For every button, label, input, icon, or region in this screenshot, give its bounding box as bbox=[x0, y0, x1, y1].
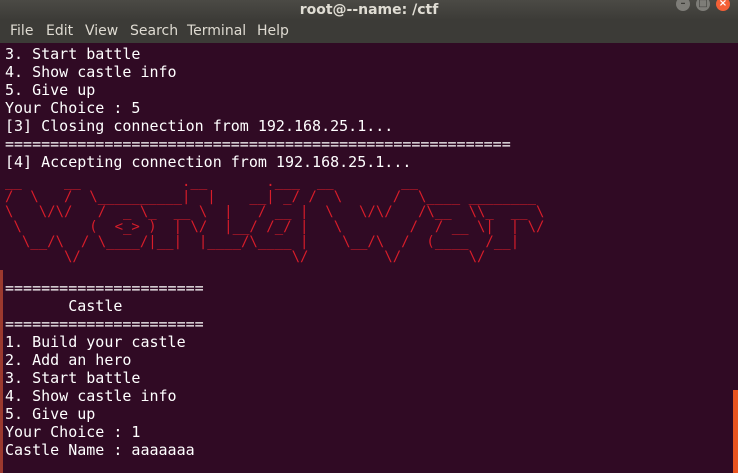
output-line: ====================== bbox=[5, 279, 204, 297]
output-line: 2. Add an hero bbox=[5, 351, 132, 369]
output-line: Your Choice : 5 bbox=[5, 99, 141, 117]
output-line: [3] Closing connection from 192.168.25.1… bbox=[5, 117, 394, 135]
menu-search[interactable]: Search bbox=[130, 20, 178, 43]
window-edge bbox=[0, 270, 3, 473]
menu-bar: File Edit View Search Terminal Help bbox=[0, 20, 738, 43]
output-line: Castle bbox=[5, 297, 123, 315]
menu-help[interactable]: Help bbox=[257, 20, 289, 43]
menu-edit[interactable]: Edit bbox=[46, 20, 73, 43]
title-bar[interactable]: root@--name: /ctf – □ × bbox=[0, 0, 738, 20]
menu-file[interactable]: File bbox=[10, 20, 33, 43]
output-line: 4. Show castle info bbox=[5, 387, 177, 405]
output-line: ========================================… bbox=[5, 135, 511, 153]
menu-view[interactable]: View bbox=[85, 20, 118, 43]
output-line: 3. Start battle bbox=[5, 369, 141, 387]
terminal-output[interactable]: 3. Start battle 4. Show castle info 5. G… bbox=[0, 43, 738, 473]
prompt-line: Castle Name : aaaaaaa bbox=[5, 441, 195, 459]
output-line: Your Choice : 1 bbox=[5, 423, 141, 441]
output-line: 4. Show castle info bbox=[5, 63, 177, 81]
output-line: [4] Accepting connection from 192.168.25… bbox=[5, 153, 412, 171]
output-line: 5. Give up bbox=[5, 81, 96, 99]
ascii-art-banner: __ __ .__ .___ __ __ / \ / \__________| … bbox=[5, 174, 545, 265]
scrollbar[interactable] bbox=[733, 390, 738, 473]
window-title: root@--name: /ctf bbox=[299, 2, 439, 18]
output-line: 3. Start battle bbox=[5, 45, 141, 63]
output-line: 1. Build your castle bbox=[5, 333, 186, 351]
terminal-window: root@--name: /ctf – □ × File Edit View S… bbox=[0, 0, 738, 473]
output-line: 5. Give up bbox=[5, 405, 96, 423]
output-line: ====================== bbox=[5, 315, 204, 333]
menu-terminal[interactable]: Terminal bbox=[187, 20, 246, 43]
